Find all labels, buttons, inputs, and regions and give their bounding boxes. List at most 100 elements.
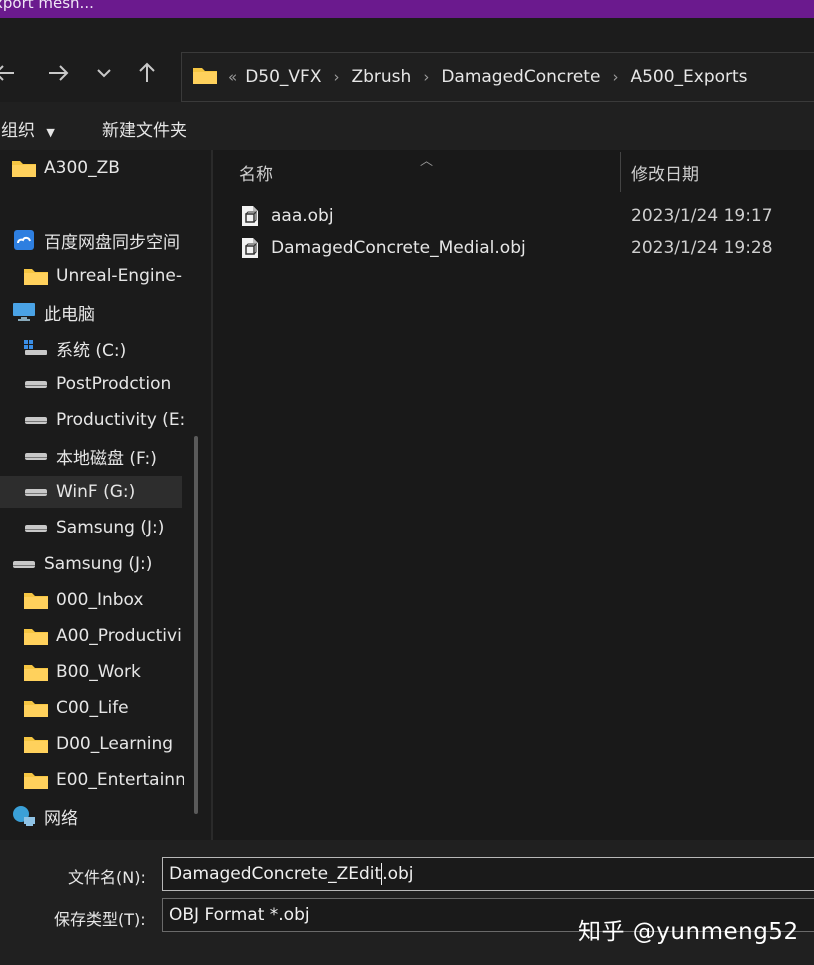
- file-row[interactable]: DamagedConcrete_Medial.obj 2023/1/24 19:…: [241, 233, 801, 263]
- sidebar-item-label: Productivity (E:: [56, 410, 184, 430]
- sidebar-item-label: 000_Inbox: [56, 590, 144, 610]
- filename-text: DamagedConcrete_ZEdit: [169, 864, 382, 884]
- folder-icon: [24, 662, 48, 682]
- sort-ascending-icon: ︿: [420, 154, 434, 169]
- back-button[interactable]: [0, 58, 20, 88]
- file-date: 2023/1/24 19:17: [631, 206, 773, 226]
- sidebar-item-c00-life[interactable]: C00_Life: [24, 692, 184, 724]
- new-folder-button[interactable]: 新建文件夹: [102, 116, 187, 141]
- network-icon: [12, 806, 36, 826]
- drive-icon: [24, 374, 48, 394]
- breadcrumb-d50-vfx[interactable]: D50_VFX: [245, 67, 321, 87]
- drive-icon: [12, 554, 36, 574]
- sidebar-item-label: 此电脑: [44, 304, 95, 325]
- sidebar-item-label: D00_Learning: [56, 734, 174, 754]
- filename-label: 文件名(N):: [68, 868, 146, 887]
- arrow-right-icon: [49, 65, 69, 81]
- computer-icon: [12, 302, 36, 322]
- file-name: DamagedConcrete_Medial.obj: [271, 238, 526, 258]
- sidebar-item-postprodction[interactable]: PostProdction: [24, 368, 184, 400]
- sidebar-item-e00-entertainment[interactable]: E00_Entertainn: [24, 764, 184, 796]
- breadcrumb-damagedconcrete[interactable]: DamagedConcrete: [441, 67, 600, 87]
- sidebar-item-b00-work[interactable]: B00_Work: [24, 656, 184, 688]
- chevron-right-icon[interactable]: ›: [423, 68, 429, 86]
- breadcrumb-a500-exports[interactable]: A500_Exports: [630, 67, 747, 87]
- caret-down-icon: ▼: [46, 126, 55, 139]
- folder-icon: [12, 158, 36, 178]
- drive-icon: [24, 446, 48, 466]
- file-row[interactable]: aaa.obj 2023/1/24 19:17: [241, 201, 801, 231]
- sidebar-item-samsung[interactable]: Samsung (J:): [12, 548, 190, 580]
- sidebar-item-samsung-drive[interactable]: Samsung (J:): [24, 512, 184, 544]
- filename-extension: .obj: [382, 864, 414, 884]
- folder-icon: [24, 698, 48, 718]
- sidebar-item-000-inbox[interactable]: 000_Inbox: [24, 584, 184, 616]
- overflow-chevron-icon[interactable]: «: [228, 68, 237, 86]
- sidebar-item-label: WinF (G:): [56, 482, 136, 502]
- folder-icon: [24, 770, 48, 790]
- sidebar-item-label: A00_Productivi: [56, 626, 182, 646]
- recent-locations-button[interactable]: [89, 58, 119, 88]
- folder-icon: [24, 626, 48, 646]
- sidebar-item-this-pc[interactable]: 此电脑: [12, 296, 190, 328]
- system-drive-icon: [24, 338, 48, 358]
- sidebar-item-d00-learning[interactable]: D00_Learning: [24, 728, 184, 760]
- sidebar-item-label: B00_Work: [56, 662, 141, 682]
- sidebar-item-a00-productivity[interactable]: A00_Productivi: [24, 620, 184, 652]
- file-name: aaa.obj: [271, 206, 334, 226]
- file-date: 2023/1/24 19:28: [631, 238, 773, 258]
- sidebar-item-label: 本地磁盘 (F:): [56, 448, 157, 469]
- folder-icon: [192, 65, 218, 90]
- sidebar-item-label: Samsung (J:): [56, 518, 165, 538]
- sidebar-item-label: 网络: [44, 808, 78, 829]
- filetype-value: OBJ Format *.obj: [169, 905, 310, 925]
- folder-icon: [24, 590, 48, 610]
- sidebar-item-drive-c[interactable]: 系统 (C:): [24, 332, 184, 364]
- breadcrumb-zbrush[interactable]: Zbrush: [351, 67, 411, 87]
- cloud-drive-icon: [12, 230, 36, 250]
- obj-file-icon: [241, 205, 261, 227]
- obj-file-icon: [241, 237, 261, 259]
- window-title: xport mesh...: [0, 0, 94, 12]
- navigation-pane: A300_ZB 百度网盘同步空间 Unreal-Engine- 此电脑 系统 (…: [0, 150, 211, 840]
- sidebar-item-drive-f[interactable]: 本地磁盘 (F:): [24, 440, 184, 472]
- column-header-modified[interactable]: 修改日期: [631, 160, 699, 185]
- organize-button[interactable]: 组织 ▼: [1, 116, 55, 141]
- sidebar-scrollbar[interactable]: [194, 436, 198, 814]
- up-button[interactable]: [132, 58, 162, 88]
- chevron-right-icon[interactable]: ›: [612, 68, 618, 86]
- sidebar-item-label: Unreal-Engine-: [56, 266, 182, 286]
- sidebar-item-label: 百度网盘同步空间: [44, 232, 180, 253]
- drive-icon: [24, 518, 48, 538]
- filename-input[interactable]: DamagedConcrete_ZEdit .obj: [162, 857, 814, 891]
- sidebar-item-label: E00_Entertainn: [56, 770, 184, 790]
- sidebar-item-label: Samsung (J:): [44, 554, 153, 574]
- forward-button[interactable]: [43, 58, 73, 88]
- sidebar-item-label: PostProdction: [56, 374, 172, 394]
- chevron-down-icon: [97, 69, 111, 78]
- watermark: 知乎 @yunmeng52: [578, 919, 799, 945]
- drive-icon: [24, 482, 48, 502]
- save-dialog-footer: 文件名(N): DamagedConcrete_ZEdit .obj 保存类型(T…: [0, 840, 814, 965]
- title-bar: xport mesh...: [0, 0, 814, 18]
- column-separator[interactable]: [620, 152, 621, 192]
- sidebar-item-label: 系统 (C:): [56, 340, 127, 361]
- sidebar-item-baidu-sync[interactable]: 百度网盘同步空间: [12, 224, 190, 256]
- sidebar-item-productivity[interactable]: Productivity (E:: [24, 404, 184, 436]
- arrow-up-icon: [139, 62, 155, 82]
- drive-icon: [24, 410, 48, 430]
- chevron-right-icon[interactable]: ›: [333, 68, 339, 86]
- address-bar[interactable]: « D50_VFX › Zbrush › DamagedConcrete › A…: [181, 52, 814, 102]
- sidebar-item-label: C00_Life: [56, 698, 129, 718]
- navigation-bar: « D50_VFX › Zbrush › DamagedConcrete › A…: [0, 18, 814, 102]
- command-bar: 组织 ▼ 新建文件夹: [0, 102, 814, 150]
- filetype-label: 保存类型(T):: [54, 910, 146, 929]
- sidebar-item-unreal-engine[interactable]: Unreal-Engine-: [24, 260, 184, 292]
- column-header-name[interactable]: 名称: [239, 160, 273, 185]
- file-list: ︿ 名称 修改日期 aaa.obj 2023/1/24 19:17 Damage…: [213, 150, 814, 840]
- sidebar-item-label: A300_ZB: [44, 158, 120, 178]
- sidebar-item-network[interactable]: 网络: [12, 800, 190, 832]
- sidebar-item-winf[interactable]: WinF (G:): [0, 476, 182, 508]
- sidebar-item-a300-zb[interactable]: A300_ZB: [12, 152, 202, 184]
- folder-icon: [24, 734, 48, 754]
